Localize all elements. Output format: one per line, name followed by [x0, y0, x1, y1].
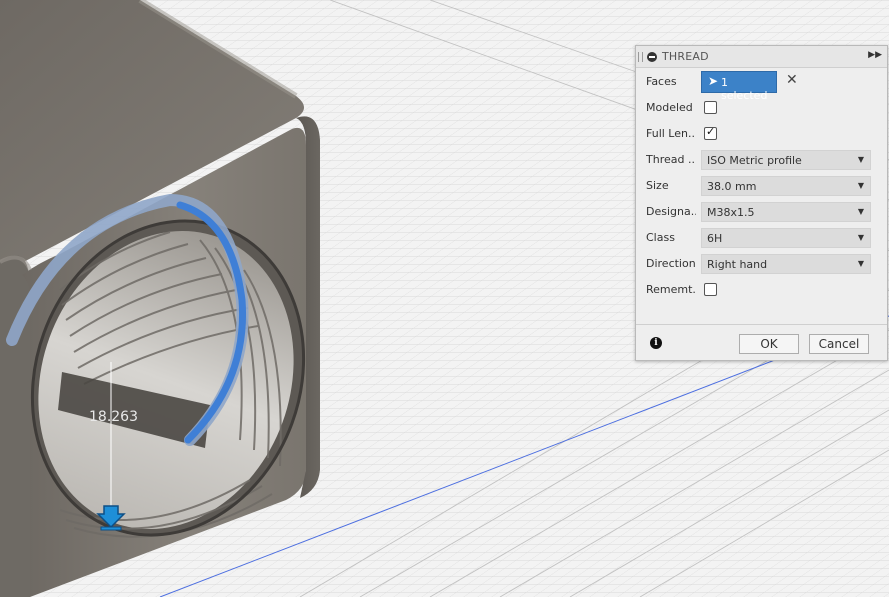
designation-row: Designa... M38x1.5 ▼ [636, 200, 887, 224]
designation-label: Designa... [646, 205, 696, 218]
dropdown-arrow-icon: ▼ [857, 155, 864, 164]
grip-handle-icon[interactable] [638, 52, 643, 62]
size-select[interactable]: 38.0 mm ▼ [701, 176, 871, 196]
direction-row: Direction Right hand ▼ [636, 252, 887, 276]
ok-button[interactable]: OK [739, 334, 799, 354]
dropdown-arrow-icon: ▼ [857, 233, 864, 242]
thread-panel: THREAD ▶▶ Faces ➤ 1 selected ✕ Modeled F… [635, 45, 888, 361]
modeled-checkbox[interactable] [704, 101, 717, 114]
faces-label: Faces [646, 75, 677, 88]
cursor-icon: ➤ [708, 74, 719, 88]
class-row: Class 6H ▼ [636, 226, 887, 250]
expand-arrows-icon[interactable]: ▶▶ [868, 50, 882, 60]
full-length-label: Full Len... [646, 127, 696, 140]
direction-label: Direction [646, 257, 696, 270]
thread-type-label: Thread ... [646, 153, 696, 166]
dropdown-arrow-icon: ▼ [857, 259, 864, 268]
clear-selection-icon[interactable]: ✕ [786, 72, 798, 88]
collapse-icon[interactable] [647, 52, 657, 62]
faces-row: Faces ➤ 1 selected ✕ [636, 70, 887, 102]
panel-header[interactable]: THREAD ▶▶ [636, 46, 887, 68]
panel-divider [636, 324, 887, 325]
dropdown-arrow-icon: ▼ [857, 181, 864, 190]
size-label: Size [646, 179, 669, 192]
thread-type-row: Thread ... ISO Metric profile ▼ [636, 148, 887, 172]
info-icon[interactable]: i [650, 337, 662, 349]
panel-title: THREAD [662, 50, 709, 63]
class-value: 6H [707, 232, 723, 245]
direction-value: Right hand [707, 258, 768, 271]
thread-type-value: ISO Metric profile [707, 154, 802, 167]
remember-row: Rememt... [636, 278, 887, 302]
size-row: Size 38.0 mm ▼ [636, 174, 887, 198]
modeled-row: Modeled [636, 96, 887, 120]
class-label: Class [646, 231, 675, 244]
dropdown-arrow-icon: ▼ [857, 207, 864, 216]
faces-selection-button[interactable]: ➤ 1 selected [701, 71, 777, 102]
remember-checkbox[interactable] [704, 283, 717, 296]
cancel-button[interactable]: Cancel [809, 334, 869, 354]
full-length-checkbox[interactable] [704, 125, 717, 140]
designation-select[interactable]: M38x1.5 ▼ [701, 202, 871, 222]
designation-value: M38x1.5 [707, 206, 755, 219]
remember-label: Rememt... [646, 283, 696, 296]
full-length-row: Full Len... [636, 122, 887, 146]
dimension-value[interactable]: 18.263 [89, 409, 138, 425]
modeled-label: Modeled [646, 101, 693, 114]
class-select[interactable]: 6H ▼ [701, 228, 871, 248]
thread-type-select[interactable]: ISO Metric profile ▼ [701, 150, 871, 170]
size-value: 38.0 mm [707, 180, 757, 193]
direction-select[interactable]: Right hand ▼ [701, 254, 871, 274]
